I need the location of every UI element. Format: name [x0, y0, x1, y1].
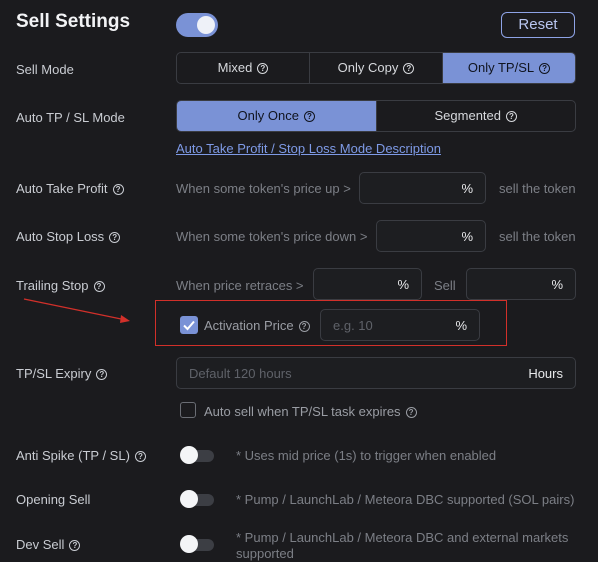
percent-unit: % [455, 318, 467, 333]
opening-sell-label: Opening Sell [16, 492, 91, 507]
dev-sell-note-line1: * Pump / LaunchLab / Meteora DBC and ext… [236, 530, 569, 545]
activation-price-checkbox[interactable] [180, 316, 198, 334]
help-icon: ? [298, 321, 310, 332]
help-icon: ? [405, 407, 417, 418]
auto-sell-expire-checkbox[interactable] [180, 402, 196, 418]
anti-spike-toggle[interactable] [180, 446, 214, 464]
help-icon: ? [134, 451, 146, 462]
dev-sell-note-line2: supported [236, 546, 294, 561]
anti-spike-note: * Uses mid price (1s) to trigger when en… [236, 448, 497, 463]
expiry-label: TP/SL Expiry? [16, 366, 108, 381]
dev-sell-note: * Pump / LaunchLab / Meteora DBC and ext… [236, 530, 568, 562]
expiry-placeholder: Default 120 hours [189, 366, 292, 381]
auto-sell-expire-label: Auto sell when TP/SL task expires? [204, 404, 417, 419]
dev-sell-toggle[interactable] [180, 535, 214, 553]
dev-sell-label: Dev Sell? [16, 537, 81, 552]
checkmark-icon [183, 320, 195, 331]
expiry-input[interactable]: Default 120 hours Hours [176, 357, 576, 389]
opening-sell-note: * Pump / LaunchLab / Meteora DBC support… [236, 492, 575, 507]
activation-price-label: Activation Price? [204, 318, 310, 333]
help-icon: ? [69, 540, 81, 551]
anti-spike-label: Anti Spike (TP / SL)? [16, 448, 146, 463]
activation-placeholder: e.g. 10 [333, 318, 373, 333]
annotation-arrow [23, 298, 130, 323]
opening-sell-toggle[interactable] [180, 490, 214, 508]
activation-price-input[interactable]: e.g. 10 % [320, 309, 480, 341]
hours-unit: Hours [528, 366, 563, 381]
help-icon: ? [96, 369, 108, 380]
